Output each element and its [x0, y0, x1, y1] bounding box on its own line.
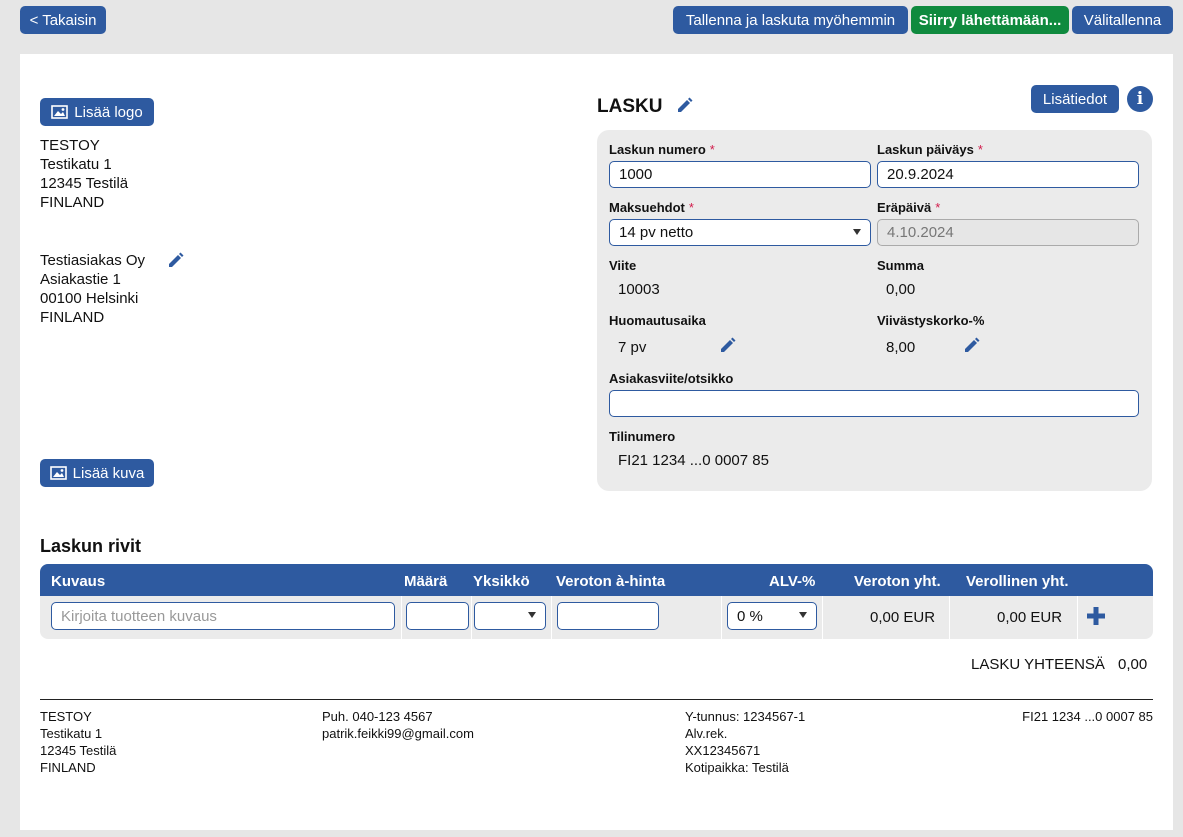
invoice-rows-title: Laskun rivit — [40, 536, 142, 556]
payment-terms-select[interactable]: 14 pv netto — [609, 219, 871, 246]
footer-business-id: Y-tunnus: 1234567-1 Alv.rek. XX12345671 … — [685, 708, 805, 776]
customer-reference-label: Asiakasviite/otsikko — [609, 371, 734, 386]
customer-postal: 00100 Helsinki — [40, 290, 139, 307]
reference-value: 10003 — [618, 281, 660, 298]
footer-line: Y-tunnus: 1234567-1 — [685, 709, 806, 724]
invoice-title: LASKU — [597, 96, 663, 117]
add-image-button[interactable]: Lisää kuva — [40, 459, 154, 487]
edit-title-pencil-icon[interactable] — [676, 96, 694, 114]
invoice-number-label: Laskun numero * — [609, 142, 715, 157]
account-number-value: FI21 1234 ...0 0007 85 — [618, 452, 769, 469]
add-image-label: Lisää kuva — [72, 464, 145, 482]
footer-line: FI21 1234 ...0 0007 85 — [1022, 709, 1153, 724]
invoice-details-panel: Laskun numero * 1000 Laskun päiväys * 20.9… — [597, 130, 1152, 491]
footer-line: XX12345671 — [685, 743, 761, 758]
rows-table-header: Kuvaus Määrä Yksikkö Veroton à-hinta ALV… — [40, 564, 1153, 596]
footer-line: Puh. 040-123 4567 — [322, 709, 433, 724]
payment-terms-value: 14 pv netto — [619, 224, 694, 241]
image-icon — [49, 466, 67, 480]
col-description: Kuvaus — [51, 573, 106, 590]
chevron-down-icon — [853, 229, 861, 235]
sender-postal: 12345 Testilä — [40, 175, 129, 192]
draft-save-button[interactable]: Välitallenna — [1072, 6, 1173, 34]
late-interest-value: 8,00 — [886, 339, 916, 356]
vat-select[interactable]: 0 % — [727, 602, 817, 630]
col-unit: Yksikkö — [473, 573, 530, 590]
edit-interest-pencil-icon[interactable] — [963, 336, 981, 354]
footer-divider — [40, 699, 1153, 700]
footer-line: Kotipaikka: Testilä — [685, 760, 789, 775]
due-date-input: 4.10.2024 — [877, 219, 1139, 246]
invoice-total-label: LASKU YHTEENSÄ — [971, 656, 1105, 673]
payment-terms-label: Maksuehdot * — [609, 200, 694, 215]
cell-divider — [822, 596, 823, 639]
account-number-label: Tilinumero — [609, 429, 676, 444]
footer-line: FINLAND — [40, 760, 96, 775]
add-logo-button[interactable]: Lisää logo — [40, 98, 154, 126]
unit-price-input[interactable] — [557, 602, 659, 630]
cell-divider — [949, 596, 950, 639]
quantity-input[interactable] — [406, 602, 469, 630]
gross-total-value: 0,00 EUR — [997, 609, 1063, 626]
edit-customer-pencil-icon[interactable] — [167, 251, 185, 269]
col-vat: ALV-% — [769, 573, 816, 590]
cell-divider — [721, 596, 722, 639]
go-send-button[interactable]: Siirry lähettämään... — [911, 6, 1069, 34]
footer-line: Testikatu 1 — [40, 726, 103, 741]
net-total-value: 0,00 EUR — [870, 609, 936, 626]
col-gross-total: Verollinen yht. — [966, 573, 1069, 590]
sender-address: TESTOY Testikatu 1 12345 Testilä FINLAND — [40, 136, 128, 212]
reference-label: Viite — [609, 258, 637, 273]
image-icon — [51, 105, 69, 119]
footer-line: TESTOY — [40, 709, 92, 724]
add-logo-label: Lisää logo — [74, 103, 143, 121]
col-unit-price: Veroton à-hinta — [556, 573, 666, 590]
sender-name: TESTOY — [40, 137, 100, 154]
customer-name: Testiasiakas Oy — [40, 252, 146, 269]
invoice-date-input[interactable]: 20.9.2024 — [877, 161, 1139, 188]
sender-street: Testikatu 1 — [40, 156, 112, 173]
col-net-total: Veroton yht. — [854, 573, 941, 590]
invoice-total-value: 0,00 — [1118, 656, 1148, 673]
cell-divider — [471, 596, 472, 639]
footer-line: patrik.feikki99@gmail.com — [322, 726, 474, 741]
chevron-down-icon — [799, 612, 807, 618]
save-and-invoice-later-button[interactable]: Tallenna ja laskuta myöhemmin — [673, 6, 908, 34]
col-quantity: Määrä — [404, 573, 448, 590]
footer-company: TESTOY Testikatu 1 12345 Testilä FINLAND — [40, 708, 116, 776]
invoice-number-input[interactable]: 1000 — [609, 161, 871, 188]
notice-period-label: Huomautusaika — [609, 313, 706, 328]
invoice-sheet: Lisää logo TESTOY Testikatu 1 12345 Test… — [20, 54, 1173, 830]
info-icon[interactable]: i — [1127, 86, 1153, 112]
footer-contact: Puh. 040-123 4567 patrik.feikki99@gmail.… — [322, 708, 474, 742]
footer-line: Alv.rek. — [685, 726, 728, 741]
footer-line: 12345 Testilä — [40, 743, 117, 758]
footer-account: FI21 1234 ...0 0007 85 — [1022, 708, 1153, 725]
extra-info-button[interactable]: Lisätiedot — [1031, 85, 1119, 113]
unit-select[interactable] — [474, 602, 546, 630]
notice-period-value: 7 pv — [618, 339, 647, 356]
edit-notice-pencil-icon[interactable] — [719, 336, 737, 354]
customer-country: FINLAND — [40, 309, 105, 326]
description-input[interactable]: Kirjoita tuotteen kuvaus — [51, 602, 395, 630]
back-button[interactable]: < Takaisin — [20, 6, 106, 34]
customer-reference-input[interactable] — [609, 390, 1139, 417]
cell-divider — [551, 596, 552, 639]
add-row-plus-icon[interactable] — [1086, 606, 1106, 626]
chevron-down-icon — [528, 612, 536, 618]
cell-divider — [1077, 596, 1078, 639]
customer-address: Testiasiakas Oy Asiakastie 1 00100 Helsi… — [40, 251, 145, 327]
customer-street: Asiakastie 1 — [40, 271, 121, 288]
vat-value: 0 % — [737, 607, 763, 625]
cell-divider — [401, 596, 402, 639]
sum-value: 0,00 — [886, 281, 916, 298]
due-date-label: Eräpäivä * — [877, 200, 941, 215]
late-interest-label: Viivästyskorko-% — [877, 313, 985, 328]
invoice-date-label: Laskun päiväys * — [877, 142, 983, 157]
sum-label: Summa — [877, 258, 924, 273]
sender-country: FINLAND — [40, 194, 105, 211]
table-row: Kirjoita tuotteen kuvaus 0 % 0,00 EUR 0,… — [40, 596, 1153, 639]
